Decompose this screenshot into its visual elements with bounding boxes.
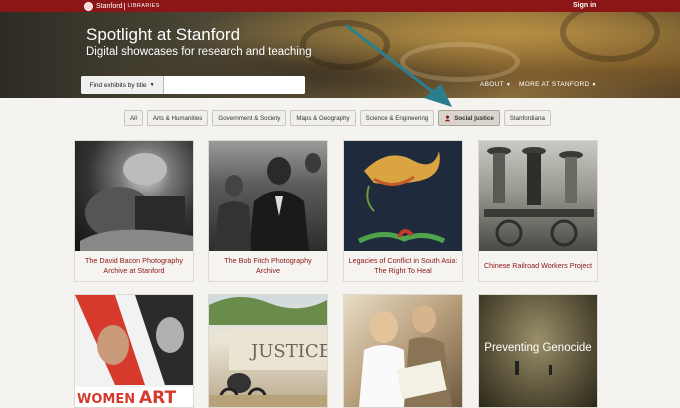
exhibit-title: Chinese Railroad Workers Project <box>483 261 593 270</box>
hero-pattern <box>560 12 660 62</box>
genocide-title-text: Preventing Genocide <box>484 342 591 354</box>
exhibit-thumbnail: JUSTICE <box>209 295 327 407</box>
exhibit-card[interactable]: WOMEN ART <box>74 294 194 408</box>
brand-divider <box>124 2 126 10</box>
nav-more-label: MORE AT STANFORD <box>519 81 590 88</box>
nav-about[interactable]: ABOUT ▼ <box>480 81 511 88</box>
exhibit-thumbnail <box>75 141 193 251</box>
exhibit-thumbnail <box>209 141 327 251</box>
stanford-seal-icon <box>84 1 93 11</box>
stanford-libraries-logo[interactable]: Stanford LIBRARIES <box>84 1 160 11</box>
nav-about-label: ABOUT <box>480 81 504 88</box>
brand-name: Stanford <box>96 2 123 10</box>
exhibit-card[interactable]: Preventing Genocide <box>478 294 598 408</box>
exhibit-card[interactable]: The David Bacon Photography Archive at S… <box>74 140 194 282</box>
hero-pattern <box>400 42 520 82</box>
caret-down-icon: ▼ <box>505 82 512 88</box>
filter-social-justice[interactable]: Social justice <box>438 110 500 126</box>
women-art-text: ART <box>139 388 176 407</box>
nav-more-at-stanford[interactable]: MORE AT STANFORD ▼ <box>519 81 597 88</box>
exhibit-thumbnail: WOMEN ART <box>75 295 193 407</box>
hero-pattern <box>300 20 390 70</box>
category-filters: All Arts & Humanities Government & Socie… <box>124 110 551 126</box>
find-exhibits-label: Find exhibits by title <box>89 81 147 89</box>
exhibit-card[interactable] <box>343 294 463 408</box>
exhibit-title: Legacies of Conflict in South Asia: The … <box>348 256 458 275</box>
caret-down-icon: ▼ <box>591 82 597 88</box>
page-title: Spotlight at Stanford <box>86 25 241 44</box>
filter-maps-geography[interactable]: Maps & Geography <box>290 110 356 126</box>
top-bar: Stanford LIBRARIES Sign in <box>0 0 680 12</box>
exhibit-search: Find exhibits by title ▼ <box>81 76 305 94</box>
page-subtitle: Digital showcases for research and teach… <box>86 46 312 58</box>
filter-all[interactable]: All <box>124 110 143 126</box>
exhibit-thumbnail <box>344 141 462 251</box>
exhibit-thumbnail <box>344 295 462 407</box>
filter-arts-humanities[interactable]: Arts & Humanities <box>146 110 209 126</box>
exhibit-card[interactable]: Chinese Railroad Workers Project <box>478 140 598 282</box>
exhibit-title: The Bob Fitch Photography Archive <box>224 256 312 275</box>
filter-social-justice-label: Social justice <box>454 114 494 122</box>
filter-stanfordiana[interactable]: Stanfordiana <box>503 110 551 126</box>
filter-science-engineering[interactable]: Science & Engineering <box>359 110 435 126</box>
exhibit-card[interactable]: The Bob Fitch Photography Archive <box>208 140 328 282</box>
find-exhibits-dropdown[interactable]: Find exhibits by title ▼ <box>81 76 164 94</box>
exhibit-title: The David Bacon Photography Archive at S… <box>85 256 183 275</box>
filter-government-society[interactable]: Government & Society <box>212 110 287 126</box>
caret-down-icon: ▼ <box>149 82 155 88</box>
exhibit-search-input[interactable] <box>164 76 305 94</box>
exhibit-thumbnail: Preventing Genocide <box>479 295 597 407</box>
exhibit-card[interactable]: Legacies of Conflict in South Asia: The … <box>343 140 463 282</box>
justice-wall-text: JUSTICE <box>249 341 327 362</box>
hero-banner: Spotlight at Stanford Digital showcases … <box>0 12 680 98</box>
exhibit-thumbnail <box>479 141 597 251</box>
sign-in-link[interactable]: Sign in <box>573 1 596 11</box>
exhibit-card[interactable]: JUSTICE <box>208 294 328 408</box>
tag-icon <box>444 115 451 121</box>
brand-sub: LIBRARIES <box>127 3 160 9</box>
